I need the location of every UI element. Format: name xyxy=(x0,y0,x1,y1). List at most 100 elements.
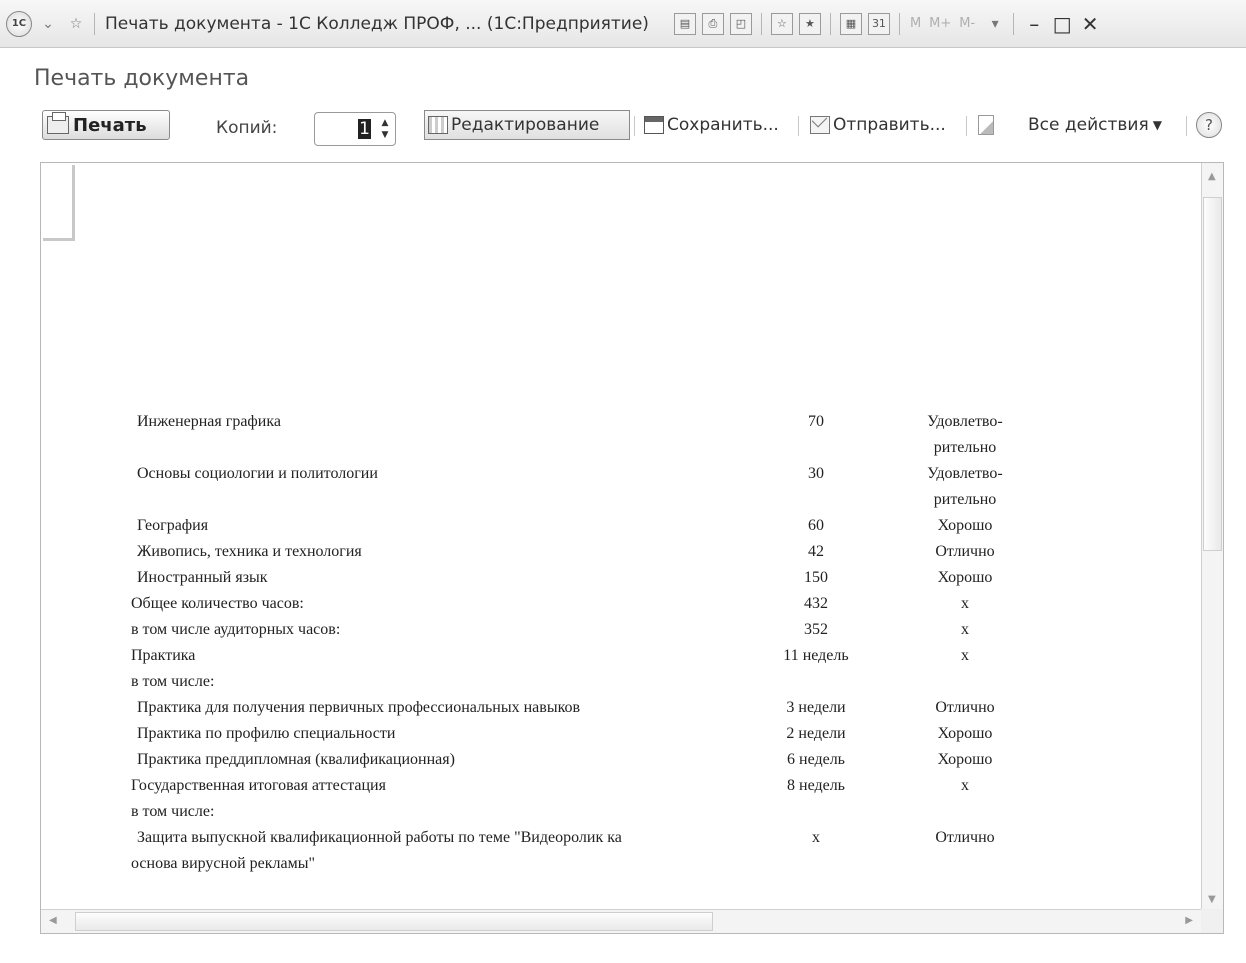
divider xyxy=(1013,12,1015,35)
row-grade: Хорошо xyxy=(937,517,993,534)
vertical-scrollbar[interactable]: ▲ ▼ xyxy=(1201,163,1223,911)
divider xyxy=(798,116,799,136)
copies-label: Копий: xyxy=(216,118,278,138)
edit-table-icon xyxy=(428,116,448,134)
horizontal-scrollbar[interactable]: ◀ ▶ xyxy=(41,909,1201,933)
scroll-right-icon[interactable]: ▶ xyxy=(1185,915,1193,926)
form-title: Печать документа xyxy=(34,66,250,91)
row-name: Инженерная графика xyxy=(137,413,281,430)
send-button-label: Отправить... xyxy=(833,115,946,135)
row-grade: x xyxy=(961,595,969,612)
save-icon[interactable]: ▤ xyxy=(673,12,696,35)
row-grade: Хорошо xyxy=(937,569,993,586)
edit-button-label: Редактирование xyxy=(451,115,600,135)
divider xyxy=(829,12,831,35)
memory-button-m[interactable]: M xyxy=(910,16,921,31)
row-hours: 60 xyxy=(808,517,824,534)
scroll-left-icon[interactable]: ◀ xyxy=(49,915,57,926)
row-name: Практика по профилю специальности xyxy=(137,725,396,742)
printer-icon[interactable]: ⎙ xyxy=(701,12,724,35)
calendar-icon[interactable]: 31 xyxy=(867,12,890,35)
row-grade: x xyxy=(961,647,969,664)
divider xyxy=(760,12,762,35)
divider xyxy=(898,12,900,35)
minimize-icon[interactable]: – xyxy=(1020,12,1048,36)
maximize-icon[interactable]: □ xyxy=(1048,12,1076,36)
scroll-up-icon[interactable]: ▲ xyxy=(1208,171,1216,182)
row-hours: 432 xyxy=(804,595,828,612)
print-button[interactable]: Печать xyxy=(42,110,170,140)
print-preview-icon[interactable]: ◰ xyxy=(729,12,752,35)
printer-icon xyxy=(47,112,69,134)
document-preview-area[interactable]: Инженерная графика 70 Удовлетво- рительн… xyxy=(40,162,1224,934)
row-hours: x xyxy=(812,829,820,846)
copies-stepper[interactable]: ▲ ▼ xyxy=(378,117,392,141)
row-grade: Отлично xyxy=(935,829,995,846)
row-grade: x xyxy=(961,777,969,794)
row-name: Основы социологии и политологии xyxy=(137,465,378,482)
app-logo-icon[interactable]: 1С xyxy=(6,10,32,37)
chevron-down-icon[interactable]: ⌄ xyxy=(36,12,60,36)
stepper-down-icon[interactable]: ▼ xyxy=(378,129,392,141)
row-name: в том числе: xyxy=(131,803,215,820)
row-hours: 70 xyxy=(808,413,824,430)
favorites-list-icon[interactable]: ★ xyxy=(798,12,821,35)
row-grade: Удовлетво- xyxy=(927,413,1003,430)
row-hours: 150 xyxy=(804,569,828,586)
edit-toggle-button[interactable]: Редактирование xyxy=(424,110,630,140)
print-button-label: Печать xyxy=(73,114,147,136)
all-actions-menu[interactable]: Все действия ▼ xyxy=(1028,110,1162,140)
row-hours: 42 xyxy=(808,543,824,560)
vertical-scroll-thumb[interactable] xyxy=(1203,197,1222,551)
row-grade: Удовлетво- xyxy=(927,465,1003,482)
report-table: Инженерная графика 70 Удовлетво- рительн… xyxy=(41,163,1201,911)
scroll-down-icon[interactable]: ▼ xyxy=(1208,894,1216,905)
floppy-disk-icon xyxy=(644,116,664,134)
star-favorite-icon[interactable]: ☆ xyxy=(64,12,88,36)
divider xyxy=(966,116,967,136)
horizontal-scroll-thumb[interactable] xyxy=(75,912,713,931)
memory-button-mminus[interactable]: M- xyxy=(959,16,975,31)
envelope-icon xyxy=(810,116,830,134)
document-preview-icon xyxy=(978,115,994,135)
favorites-add-icon[interactable]: ☆ xyxy=(770,12,793,35)
divider xyxy=(634,116,635,136)
preview-button[interactable] xyxy=(978,110,997,140)
row-name: Иностранный язык xyxy=(137,569,268,586)
row-name: Практика xyxy=(131,647,196,664)
window-title-bar: 1С ⌄ ☆ Печать документа - 1С Колледж ПРО… xyxy=(0,0,1246,48)
save-button[interactable]: Сохранить... xyxy=(644,110,779,140)
command-bar: Печать Копий: 1 ▲ ▼ Редактирование Сохра… xyxy=(0,104,1246,148)
row-hours: 352 xyxy=(804,621,828,638)
row-hours: 11 недель xyxy=(783,647,849,664)
row-grade: Отлично xyxy=(935,699,995,716)
copies-field[interactable]: 1 ▲ ▼ xyxy=(314,112,396,146)
help-button[interactable]: ? xyxy=(1196,112,1222,138)
row-name: Государственная итоговая аттестация xyxy=(131,777,386,794)
all-actions-label: Все действия xyxy=(1028,115,1149,135)
row-grade: Отлично xyxy=(935,543,995,560)
row-name: Практика преддипломная (квалификационная… xyxy=(137,751,455,768)
window-title: Печать документа - 1С Колледж ПРОФ, ... … xyxy=(105,13,649,34)
row-name: в том числе: xyxy=(131,673,215,690)
row-grade: Хорошо xyxy=(937,751,993,768)
save-button-label: Сохранить... xyxy=(667,115,779,135)
row-name: География xyxy=(137,517,209,534)
row-name: основа вирусной рекламы" xyxy=(131,855,316,872)
send-button[interactable]: Отправить... xyxy=(810,110,946,140)
row-grade: Хорошо xyxy=(937,725,993,742)
row-name: Живопись, техника и технология xyxy=(137,543,362,560)
memory-button-mplus[interactable]: M+ xyxy=(929,16,951,31)
row-grade-cont: рительно xyxy=(933,491,997,508)
calculator-icon[interactable]: ▦ xyxy=(839,12,862,35)
stepper-up-icon[interactable]: ▲ xyxy=(378,117,392,129)
scrollbar-corner xyxy=(1201,909,1223,933)
close-icon[interactable]: ✕ xyxy=(1076,12,1104,36)
dropdown-arrow-icon[interactable]: ▾ xyxy=(983,12,1007,36)
row-grade-cont: рительно xyxy=(933,439,997,456)
row-hours: 3 недели xyxy=(786,699,846,716)
copies-value: 1 xyxy=(358,119,371,139)
window-toolbar: ▤ ⎙ ◰ ☆ ★ ▦ 31 M M+ M- ▾ – □ ✕ xyxy=(671,12,1104,36)
dropdown-arrow-icon: ▼ xyxy=(1152,118,1162,132)
divider xyxy=(94,12,95,35)
